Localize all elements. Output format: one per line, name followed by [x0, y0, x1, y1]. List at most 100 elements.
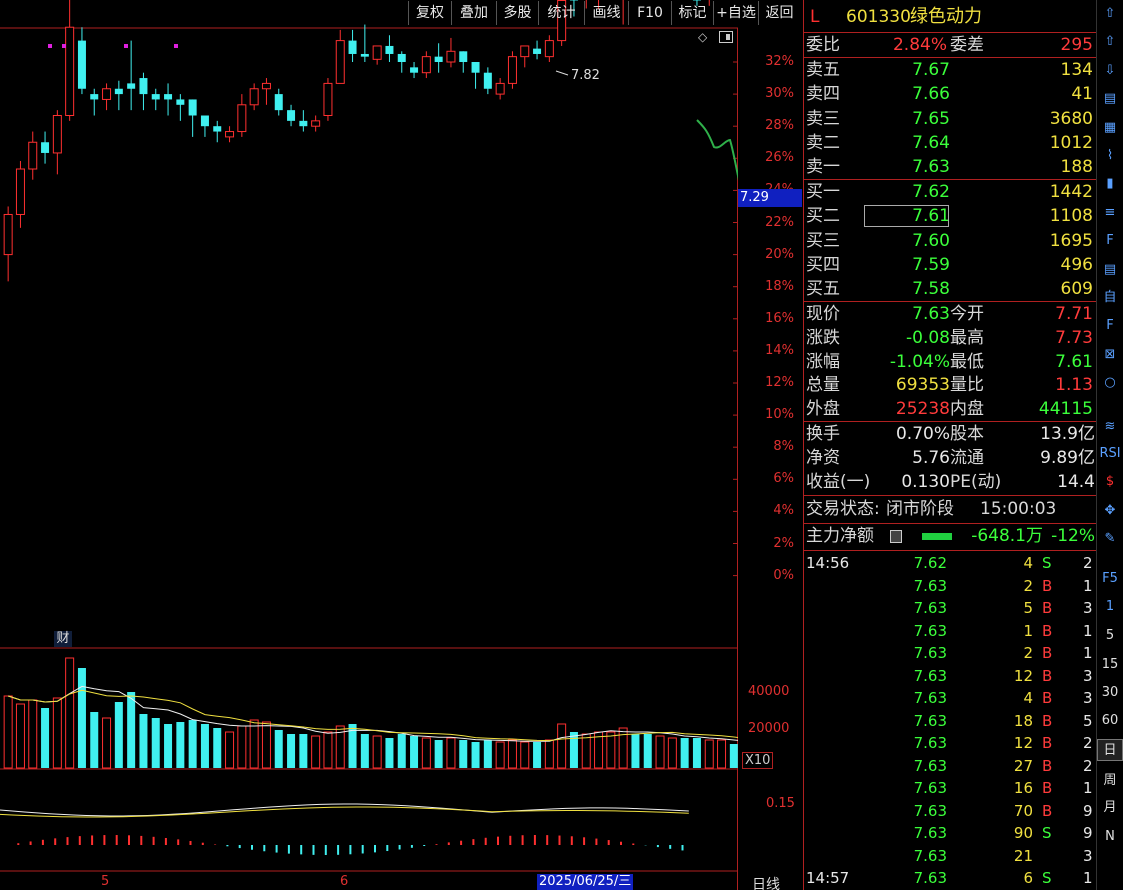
- candle: [544, 35, 554, 62]
- period-button-4[interactable]: 15: [1097, 654, 1123, 676]
- rsi-label[interactable]: RSI: [1097, 443, 1123, 465]
- diamond-icon[interactable]: ◇: [698, 31, 710, 43]
- tick-price: 7.63: [913, 576, 947, 595]
- tick-row: 7.63 12 B 3: [804, 665, 1097, 688]
- candle: [434, 43, 443, 73]
- line-chart-icon[interactable]: ⌇: [1097, 145, 1123, 167]
- asks-price: 7.65: [912, 108, 950, 129]
- stat-value: 69353: [895, 375, 950, 396]
- tick-count: 3: [1083, 599, 1093, 617]
- period-button-5[interactable]: 30: [1097, 682, 1123, 704]
- down-outline-icon[interactable]: ⇩: [1097, 60, 1123, 82]
- toolbar-button-3[interactable]: 统计: [538, 1, 584, 25]
- pencil-icon[interactable]: ✎: [1097, 528, 1123, 550]
- period-button-2[interactable]: 1: [1097, 596, 1123, 618]
- tick-price: 7.63: [913, 869, 947, 887]
- report-icon[interactable]: ▤: [1097, 88, 1123, 110]
- stat-icon[interactable]: ⊠: [1097, 344, 1123, 366]
- grid-icon[interactable]: ▦: [1097, 117, 1123, 139]
- wave-icon[interactable]: ≋: [1097, 416, 1123, 438]
- window-icon[interactable]: [719, 31, 733, 43]
- period-button-8[interactable]: 周: [1097, 770, 1123, 792]
- volume-bar: [164, 724, 173, 768]
- period-button-10[interactable]: N: [1097, 826, 1123, 848]
- tick-count: 3: [1083, 689, 1093, 707]
- toolbar-button-6[interactable]: 标记: [671, 1, 713, 25]
- indicator-lines: [0, 803, 689, 855]
- doc-icon[interactable]: ▤: [1097, 259, 1123, 281]
- circle-icon[interactable]: ○: [1097, 372, 1123, 394]
- period-button-3[interactable]: 5: [1097, 625, 1123, 647]
- tick-volume: 18: [1013, 711, 1033, 730]
- list-icon[interactable]: ≡: [1097, 202, 1123, 224]
- tick-count: 5: [1083, 711, 1093, 730]
- toolbar-button-2[interactable]: 多股: [496, 1, 538, 25]
- main-fund-value: -648.1万: [971, 526, 1043, 546]
- stat-label: 内盘: [950, 399, 984, 420]
- candle: [102, 83, 112, 111]
- move-icon[interactable]: ✥: [1097, 500, 1123, 522]
- toolbar-button-1[interactable]: 叠加: [451, 1, 496, 25]
- tick-flag: S: [1042, 554, 1052, 572]
- f10-icon[interactable]: F: [1097, 230, 1123, 252]
- cai-marker[interactable]: 财: [54, 631, 72, 647]
- up-arrow-icon[interactable]: ⇧: [1097, 3, 1123, 25]
- volume-bar: [15, 703, 25, 769]
- self-icon[interactable]: 自: [1097, 287, 1123, 309]
- volume-bar: [102, 717, 112, 769]
- volume-bar: [446, 737, 456, 769]
- main-fund-pct: -12%: [1051, 526, 1095, 546]
- tick-volume: 16: [1013, 779, 1033, 797]
- asks-label: 卖一: [806, 157, 840, 178]
- volume-bar: [139, 714, 148, 768]
- tick-volume: 2: [1023, 576, 1033, 595]
- drawn-annotation-line[interactable]: [696, 119, 738, 370]
- up-outline-icon[interactable]: ⇧: [1097, 31, 1123, 53]
- trade-status: 闭市阶段: [886, 499, 954, 519]
- volume-bar: [631, 734, 640, 768]
- candle-icon[interactable]: ▮: [1097, 173, 1123, 195]
- tick-row: 7.63 18 B 5: [804, 710, 1097, 733]
- toolbar-button-5[interactable]: F10: [628, 1, 671, 25]
- selected-bid-box[interactable]: [864, 205, 949, 227]
- tick-flag: B: [1042, 666, 1053, 685]
- tick-volume: 4: [1023, 554, 1033, 572]
- main-fund-icon[interactable]: [890, 530, 902, 543]
- toolbar-button-0[interactable]: 复权: [408, 1, 451, 25]
- period-button-7[interactable]: 日: [1097, 739, 1123, 761]
- tick-volume: 21: [1013, 846, 1033, 865]
- stat-label: 外盘: [806, 399, 840, 420]
- period-button-9[interactable]: 月: [1097, 797, 1123, 819]
- period-label[interactable]: 日线: [752, 874, 780, 890]
- stat-value: 44115: [1038, 399, 1093, 420]
- tick-volume: 27: [1013, 756, 1033, 775]
- asks-price: 7.67: [912, 60, 950, 80]
- tick-time: 14:56: [806, 554, 850, 572]
- dollar-icon[interactable]: $: [1097, 471, 1123, 493]
- tick-flag: S: [1042, 824, 1052, 842]
- candle: [397, 51, 406, 73]
- high-price-label: 7.82: [571, 68, 600, 83]
- volume-bar: [176, 722, 185, 768]
- candle: [446, 37, 456, 68]
- stat-row: 涨幅 -1.04% 最低 7.61: [804, 351, 1097, 374]
- stat-value: 25238: [895, 399, 950, 420]
- volume-bar: [606, 731, 616, 769]
- tick-row: 14:57 7.63 6 S 1: [804, 867, 1097, 890]
- volume-bar: [77, 668, 86, 768]
- kline-chart[interactable]: [0, 0, 738, 890]
- period-button-11[interactable]: [1097, 855, 1123, 877]
- period-button-6[interactable]: 60: [1097, 710, 1123, 732]
- volume-bar: [557, 723, 567, 769]
- f12-icon[interactable]: F: [1097, 315, 1123, 337]
- main-fund-row: 主力净额 -648.1万 -12%: [806, 526, 1095, 546]
- toolbar-button-4[interactable]: 画线: [584, 1, 628, 25]
- tick-count: 2: [1083, 554, 1093, 572]
- trade-status-time: 15:00:03: [980, 499, 1057, 519]
- indicator-dots: [48, 44, 188, 50]
- period-button-1[interactable]: F5: [1097, 568, 1123, 590]
- toolbar-button-8[interactable]: 返回: [758, 1, 800, 25]
- tick-flag: B: [1042, 599, 1053, 617]
- toolbar-button-7[interactable]: +自选: [713, 1, 758, 25]
- asks-volume: 134: [1060, 60, 1093, 80]
